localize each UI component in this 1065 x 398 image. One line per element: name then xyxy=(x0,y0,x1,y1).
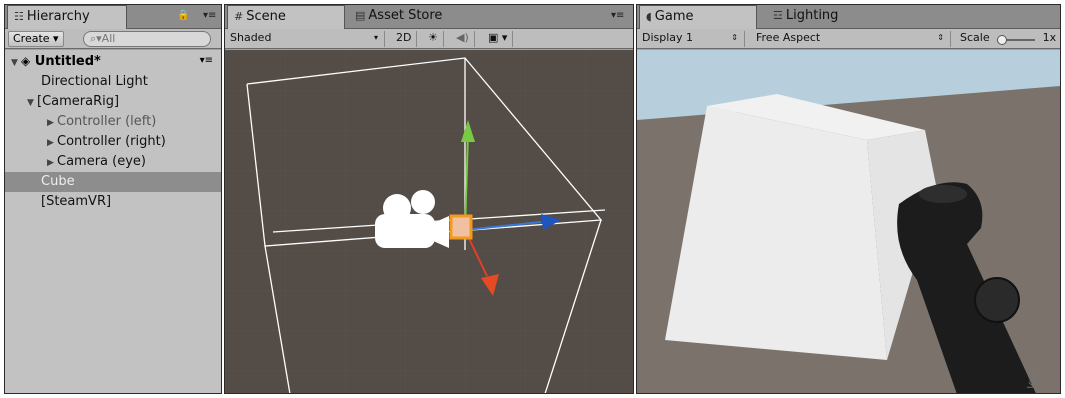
tab-game[interactable]: ◖ Game xyxy=(639,5,757,30)
shading-mode-dropdown[interactable]: Shaded ▾ xyxy=(225,31,385,47)
display-label: Display 1 xyxy=(642,31,694,44)
hierarchy-list: ▼ ◈ Untitled* ▾≡ Directional Light ▼ [Came… xyxy=(5,50,221,393)
list-item[interactable]: ▶ Controller (left) xyxy=(5,112,221,132)
list-item-label: Cube xyxy=(41,174,75,189)
expand-arrow-icon[interactable]: ▼ xyxy=(27,93,37,113)
aspect-label: Free Aspect xyxy=(756,31,821,44)
scene-render xyxy=(225,50,633,393)
tab-hierarchy[interactable]: ☷ Hierarchy xyxy=(7,5,127,30)
slider-thumb[interactable] xyxy=(997,35,1008,45)
scene-tabbar: # Scene ▤ Asset Store ▾≡ xyxy=(225,5,633,30)
tab-scene-label: Scene xyxy=(246,9,286,24)
dropdown-arrow-icon: ▾ xyxy=(373,33,378,42)
lock-icon[interactable]: 🔒 xyxy=(177,10,189,21)
hierarchy-panel: ☷ Hierarchy 🔒 ▾≡ Create ▾ ⌕▾All ▼ ◈ Untitl… xyxy=(4,4,222,394)
scene-panel: # Scene ▤ Asset Store ▾≡ Shaded ▾ 2D ☀ ◀) … xyxy=(224,4,634,394)
tab-scene[interactable]: # Scene xyxy=(227,5,345,30)
scene-toolbar: Shaded ▾ 2D ☀ ◀) ▣ ▾ xyxy=(225,29,633,49)
game-view[interactable]: VIVE xyxy=(637,50,1060,393)
scale-slider[interactable] xyxy=(997,33,1036,45)
game-render: VIVE xyxy=(637,50,1060,393)
scene-menu-icon[interactable]: ▾≡ xyxy=(200,52,213,70)
unity-scene-icon: ◈ xyxy=(21,54,31,68)
effects-toggle-icon[interactable]: ▣ ▾ xyxy=(483,31,514,47)
hierarchy-tabbar: ☷ Hierarchy 🔒 ▾≡ xyxy=(5,5,221,30)
tab-lighting[interactable]: ☲ Lighting xyxy=(767,5,844,29)
tab-menu-icon[interactable]: ▾≡ xyxy=(203,10,216,21)
tab-game-label: Game xyxy=(654,9,694,24)
scene-root[interactable]: ▼ ◈ Untitled* ▾≡ xyxy=(5,52,221,70)
dropdown-arrow-icon: ⇕ xyxy=(731,33,738,42)
collapse-arrow-icon[interactable]: ▶ xyxy=(47,133,57,153)
audio-toggle-icon[interactable]: ◀) xyxy=(451,31,475,47)
shading-mode-label: Shaded xyxy=(230,31,272,44)
display-dropdown[interactable]: Display 1 ⇕ xyxy=(637,31,745,47)
list-item-selected[interactable]: Cube xyxy=(5,172,221,192)
tab-asset-store[interactable]: ▤ Asset Store xyxy=(349,5,448,29)
lighting-toggle-icon[interactable]: ☀ xyxy=(423,31,444,47)
list-item-label: Controller (right) xyxy=(57,134,166,149)
dropdown-arrow-icon: ⇕ xyxy=(937,33,944,42)
list-item[interactable]: ▶ Controller (right) xyxy=(5,132,221,152)
scale-label: Scale xyxy=(960,31,990,44)
search-input[interactable]: ⌕▾All xyxy=(83,31,211,47)
tab-hierarchy-label: Hierarchy xyxy=(26,9,90,24)
scene-view[interactable] xyxy=(225,50,633,393)
list-item[interactable]: ▶ Camera (eye) xyxy=(5,152,221,172)
collapse-arrow-icon[interactable]: ▶ xyxy=(47,153,57,173)
list-icon: ☷ xyxy=(14,10,24,23)
list-item-label: [SteamVR] xyxy=(41,194,112,209)
scale-control[interactable]: Scale 1x xyxy=(955,31,1061,47)
list-item[interactable]: ▼ [CameraRig] xyxy=(5,92,221,112)
pacman-icon: ◖ xyxy=(646,10,652,23)
list-item-label: Camera (eye) xyxy=(57,154,146,169)
hierarchy-toolbar: Create ▾ ⌕▾All xyxy=(5,29,221,49)
list-item-label: Controller (left) xyxy=(57,114,157,129)
game-tabbar: ◖ Game ☲ Lighting xyxy=(637,5,1060,30)
game-panel: ◖ Game ☲ Lighting Display 1 ⇕ Free Aspect … xyxy=(636,4,1061,394)
tab-menu-icon[interactable]: ▾≡ xyxy=(611,10,624,21)
grid-icon: # xyxy=(234,10,244,23)
tab-lighting-label: Lighting xyxy=(785,8,839,23)
create-button[interactable]: Create ▾ xyxy=(8,31,64,47)
game-toolbar: Display 1 ⇕ Free Aspect ⇕ Scale 1x xyxy=(637,29,1060,49)
list-item[interactable]: [SteamVR] xyxy=(5,192,221,212)
tab-asset-store-label: Asset Store xyxy=(368,8,443,23)
list-item-label: Directional Light xyxy=(41,74,148,89)
aspect-dropdown[interactable]: Free Aspect ⇕ xyxy=(751,31,951,47)
expand-arrow-icon[interactable]: ▼ xyxy=(11,54,21,72)
store-icon: ▤ xyxy=(355,9,366,22)
list-item-label: [CameraRig] xyxy=(37,94,120,109)
lighting-icon: ☲ xyxy=(773,9,783,22)
scene-name: Untitled* xyxy=(34,54,101,69)
collapse-arrow-icon[interactable]: ▶ xyxy=(47,113,57,133)
list-item[interactable]: Directional Light xyxy=(5,72,221,92)
toggle-2d-button[interactable]: 2D xyxy=(391,31,418,47)
scale-value: 1x xyxy=(1042,31,1057,44)
